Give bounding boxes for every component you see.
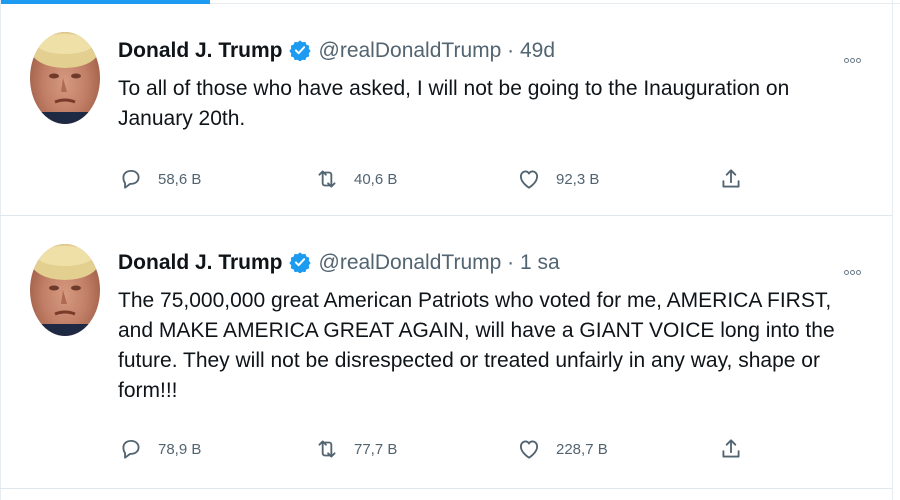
tweet-header: Donald J. Trump @realDonaldTrump · 1 sa <box>118 250 560 276</box>
retweet-icon <box>318 440 336 458</box>
share-icon <box>722 169 740 188</box>
retweet-icon <box>318 170 336 188</box>
author-handle[interactable]: @realDonaldTrump <box>319 251 502 274</box>
retweet-count: 40,6 B <box>354 170 398 188</box>
timeline: Donald J. Trump @realDonaldTrump · 49d To… <box>0 0 900 500</box>
tweet-timestamp[interactable]: 49d <box>520 39 555 62</box>
reply-count: 78,9 B <box>158 440 202 458</box>
tweet-text: The 75,000,000 great American Patriots w… <box>118 289 835 402</box>
reply-icon <box>122 439 140 459</box>
author-name[interactable]: Donald J. Trump <box>118 39 283 62</box>
retweet-button[interactable]: 40,6 B <box>314 164 397 194</box>
tweet-divider <box>0 488 892 489</box>
tweet-actions: 78,9 B 77,7 B 228,7 B <box>118 434 758 464</box>
more-options-icon[interactable] <box>844 262 868 275</box>
avatar[interactable] <box>30 32 100 124</box>
retweet-button[interactable]: 77,7 B <box>314 434 397 464</box>
reply-button[interactable]: 58,6 B <box>118 164 201 194</box>
tweet-timestamp[interactable]: 1 sa <box>520 251 560 274</box>
retweet-count: 77,7 B <box>354 440 398 458</box>
tweet[interactable]: Donald J. Trump @realDonaldTrump · 49d To… <box>0 4 892 214</box>
avatar[interactable] <box>30 244 100 336</box>
share-icon <box>722 439 740 458</box>
reply-icon <box>122 169 140 189</box>
tweet-text: To all of those who have asked, I will n… <box>118 77 790 130</box>
separator-dot: · <box>507 39 515 62</box>
author-name[interactable]: Donald J. Trump <box>118 251 283 274</box>
heart-icon <box>519 440 539 459</box>
more-options-icon[interactable] <box>844 50 868 63</box>
share-button[interactable] <box>718 164 744 194</box>
like-button[interactable]: 92,3 B <box>516 164 599 194</box>
like-count: 228,7 B <box>556 440 608 458</box>
tweet-actions: 58,6 B 40,6 B 92,3 B <box>118 164 758 194</box>
separator-dot: · <box>507 251 515 274</box>
verified-badge-icon <box>288 39 311 62</box>
tweet[interactable]: Donald J. Trump @realDonaldTrump · 1 sa T… <box>0 216 892 486</box>
verified-badge-icon <box>288 251 311 274</box>
share-button[interactable] <box>718 434 744 464</box>
tweet-header: Donald J. Trump @realDonaldTrump · 49d <box>118 38 555 64</box>
reply-button[interactable]: 78,9 B <box>118 434 201 464</box>
reply-count: 58,6 B <box>158 170 202 188</box>
right-border <box>892 0 893 500</box>
heart-icon <box>519 170 539 189</box>
like-count: 92,3 B <box>556 170 600 188</box>
author-handle[interactable]: @realDonaldTrump <box>319 39 502 62</box>
like-button[interactable]: 228,7 B <box>516 434 608 464</box>
